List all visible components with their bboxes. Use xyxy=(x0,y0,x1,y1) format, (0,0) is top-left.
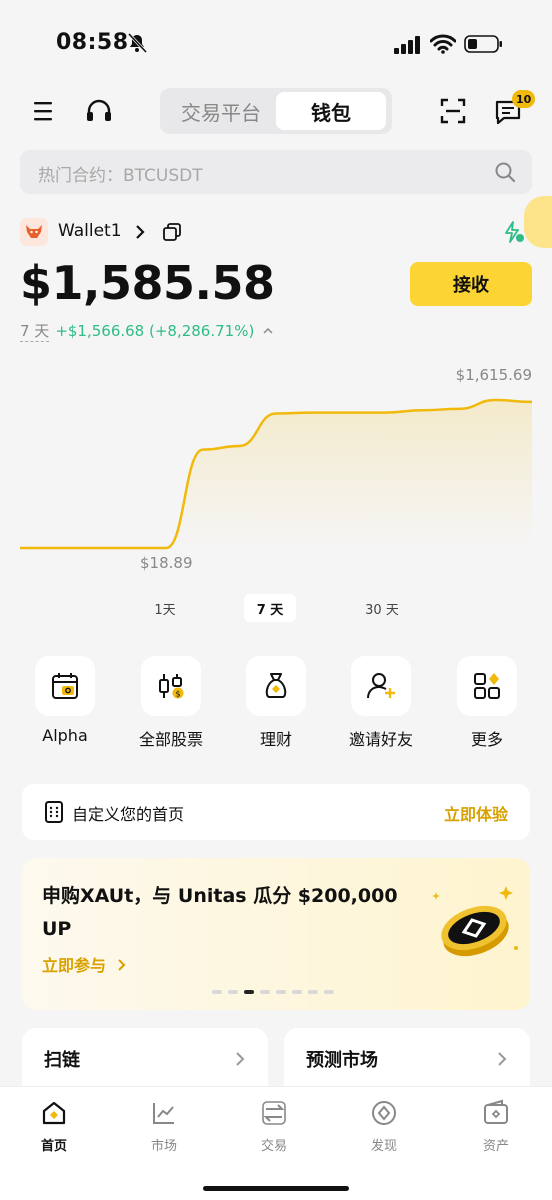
banner-link-label: 立即参与 xyxy=(42,956,107,975)
tab-label: 首页 xyxy=(40,1139,67,1154)
pagination-dot[interactable] xyxy=(260,990,270,994)
customize-home-text: 自定义您的首页 xyxy=(72,805,185,824)
balance-chart: $1,615.69 $18.89 xyxy=(0,360,552,580)
chart-min-label: $18.89 xyxy=(140,554,193,572)
tab-trade[interactable]: 交易 xyxy=(234,1099,314,1154)
range-7d[interactable]: 7 天 xyxy=(244,594,296,622)
balance-chart-svg xyxy=(20,398,533,550)
tab-label: 市场 xyxy=(150,1139,177,1154)
scan-icon[interactable] xyxy=(440,98,466,124)
headset-icon[interactable] xyxy=(84,97,114,125)
home-indicator xyxy=(203,1186,349,1191)
alpha-calendar-icon xyxy=(52,673,78,699)
banner-join-link[interactable]: 立即参与 xyxy=(42,952,128,976)
tab-home[interactable]: 首页 xyxy=(14,1099,94,1154)
chain-scan-title: 扫链 xyxy=(44,1050,80,1071)
shortcut-label: 理财 xyxy=(259,730,292,749)
pagination-dot[interactable] xyxy=(292,990,302,994)
chevron-right-icon xyxy=(498,1052,507,1066)
shortcut-all-stocks[interactable]: $ 全部股票 xyxy=(131,656,211,750)
search-icon[interactable] xyxy=(494,161,516,183)
time-range-selector: 1天 7 天 30 天 xyxy=(0,594,552,624)
shortcut-label: Alpha xyxy=(42,726,88,745)
pagination-dot[interactable] xyxy=(276,990,286,994)
shortcut-more[interactable]: 更多 xyxy=(447,656,527,750)
battery-icon xyxy=(464,35,502,53)
header: 交易平台 钱包 10 xyxy=(0,88,552,134)
status-bar: 08:58 xyxy=(0,0,552,88)
balance-change: 7 天 +$1,566.68 (+8,286.71%) xyxy=(20,320,274,342)
wallet-assets-icon xyxy=(484,1099,508,1124)
shortcut-label: 全部股票 xyxy=(138,730,203,749)
shortcut-invite[interactable]: 邀请好友 xyxy=(341,656,421,750)
caret-up-icon[interactable] xyxy=(262,325,274,337)
copy-icon[interactable] xyxy=(162,222,182,242)
pagination-dot[interactable] xyxy=(324,990,334,994)
range-30d[interactable]: 30 天 xyxy=(354,594,410,622)
shortcut-earn[interactable]: 理财 xyxy=(236,656,316,750)
tab-exchange[interactable]: 交易平台 xyxy=(166,92,276,130)
bell-muted-icon xyxy=(127,32,148,54)
wallet-selector[interactable]: Wallet1 xyxy=(20,218,532,246)
gold-coin-icon xyxy=(432,886,518,957)
try-now-link[interactable]: 立即体验 xyxy=(444,801,508,825)
gas-bolt-icon[interactable] xyxy=(502,220,526,244)
range-1d[interactable]: 1天 xyxy=(140,594,190,622)
menu-icon[interactable] xyxy=(30,98,58,124)
pagination-dot[interactable] xyxy=(244,990,254,994)
search-bar[interactable]: 热门合约：BTCUSDT xyxy=(20,150,532,194)
status-time: 08:58 xyxy=(56,30,129,55)
customize-layout-icon xyxy=(45,801,63,823)
chart-max-label: $1,615.69 xyxy=(455,366,532,384)
shortcut-label: 更多 xyxy=(470,730,503,749)
pagination-dot[interactable] xyxy=(228,990,238,994)
more-grid-icon xyxy=(474,673,500,699)
pagination-dot[interactable] xyxy=(212,990,222,994)
svg-text:$: $ xyxy=(175,690,180,699)
chevron-right-icon[interactable] xyxy=(132,223,148,241)
banner-pagination xyxy=(212,990,334,996)
message-count-badge: 10 xyxy=(512,90,536,108)
wallet-name: Wallet1 xyxy=(58,221,122,241)
prediction-market-title: 预测市场 xyxy=(306,1050,378,1071)
customize-home-card[interactable]: 自定义您的首页 立即体验 xyxy=(22,784,530,840)
shortcut-label: 邀请好友 xyxy=(348,730,413,749)
tab-discover[interactable]: 发现 xyxy=(344,1099,424,1154)
platform-segmented-control: 交易平台 钱包 xyxy=(160,88,392,134)
wallet-balance: $1,585.58 xyxy=(20,256,275,310)
wallet-avatar-icon xyxy=(20,218,48,246)
pagination-dot[interactable] xyxy=(308,990,318,994)
tab-wallet[interactable]: 钱包 xyxy=(276,92,386,130)
shortcut-alpha[interactable]: Alpha xyxy=(25,656,105,745)
banner-title: 申购XAUt，与 Unitas 瓜分 $200,000 UP xyxy=(42,885,398,940)
change-period[interactable]: 7 天 xyxy=(20,320,50,342)
bottom-tab-bar: 首页 市场 交易 发现 资产 xyxy=(0,1086,552,1200)
money-bag-icon xyxy=(265,673,287,698)
trade-swap-icon xyxy=(262,1101,286,1125)
signal-icon xyxy=(394,36,420,54)
chevron-right-icon xyxy=(117,959,126,971)
home-icon xyxy=(42,1101,66,1125)
stocks-candle-icon: $ xyxy=(159,674,184,699)
invite-friend-icon xyxy=(367,673,395,699)
promo-banner[interactable]: 申购XAUt，与 Unitas 瓜分 $200,000 UP 立即参与 xyxy=(22,858,530,1010)
chevron-right-icon xyxy=(236,1052,245,1066)
chart-area-fill xyxy=(20,400,532,548)
search-placeholder: 热门合约：BTCUSDT xyxy=(38,166,203,186)
market-chart-icon xyxy=(153,1103,174,1124)
receive-button[interactable]: 接收 xyxy=(410,262,532,306)
shortcut-grid: Alpha $ 全部股票 理财 邀请好友 更多 xyxy=(0,656,552,756)
change-value: +$1,566.68 (+8,286.71%) xyxy=(55,322,255,340)
tab-label: 发现 xyxy=(370,1139,397,1154)
discover-compass-icon xyxy=(372,1101,396,1125)
tab-market[interactable]: 市场 xyxy=(124,1099,204,1154)
wifi-icon xyxy=(430,34,456,54)
tab-assets[interactable]: 资产 xyxy=(456,1099,536,1154)
tab-label: 资产 xyxy=(482,1139,509,1154)
tab-label: 交易 xyxy=(260,1139,287,1154)
